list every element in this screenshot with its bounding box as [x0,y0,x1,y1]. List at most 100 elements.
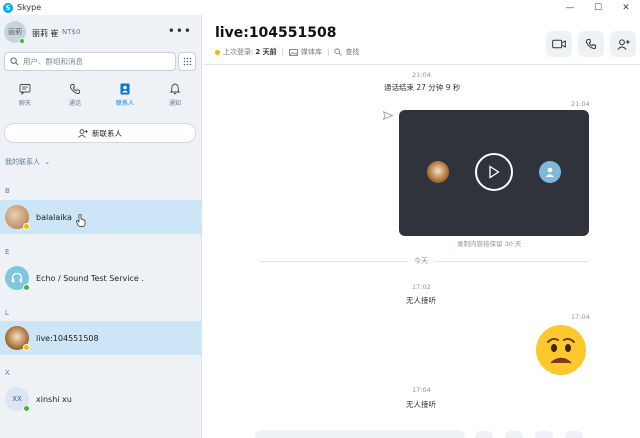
contact-name: Echo / Sound Test Service . [36,273,144,283]
gallery-icon [289,48,298,56]
dialpad-button[interactable] [178,52,196,71]
last-seen-prefix: 上次登录: [223,48,254,56]
call-ended-message: 通话结束 27 分钟 9 秒 [384,83,461,92]
separator: | [327,48,330,56]
message-timestamp: 17:04 [571,313,590,321]
chat-icon [19,84,31,95]
search-icon [10,57,19,66]
my-contacts-label: 我的联系人 [5,158,40,166]
composer-action-button[interactable] [535,431,553,438]
separator: | [281,48,285,56]
contact-row[interactable]: XX xinshi xu [0,382,202,416]
add-person-icon [616,38,630,50]
message-timestamp: 17:02 [412,283,431,291]
presence-online-icon [23,284,30,291]
group-letter: B [5,187,10,195]
group-letter: X [5,369,10,377]
add-participant-button[interactable] [610,31,636,57]
contact-row[interactable]: live:104551508 [0,321,202,355]
worried-emoji-icon[interactable] [536,325,586,375]
skype-logo-icon: S [3,2,13,13]
contact-avatar [5,326,30,351]
worried-face-icon [547,337,575,364]
tab-notifications-label: 通知 [168,100,181,107]
media-gallery-link[interactable]: 媒体库 [301,47,322,57]
more-options-icon[interactable]: ••• [168,24,192,38]
bell-icon [169,83,181,95]
chevron-down-icon: ⌄ [44,158,51,166]
contact-row[interactable]: balalaika [0,200,202,234]
skype-credit[interactable]: NT$0 [62,28,80,36]
contact-avatar [5,205,30,230]
header-actions [546,31,636,57]
phone-icon [585,39,596,50]
audio-call-button[interactable] [578,31,604,57]
composer-action-button[interactable] [565,431,583,438]
video-camera-icon [552,39,566,49]
last-seen-value: 2 天前 [255,48,277,56]
contacts-icon [120,83,130,95]
presence-away-icon [215,49,220,55]
sidebar: 丽莉 丽莉 崔 NT$0 ••• 用户、群组和消息 聊天 通话 联系人 通知 新… [0,15,202,438]
search-box[interactable]: 用户、群组和消息 [4,52,176,71]
tab-contacts[interactable]: 联系人 [100,81,150,115]
maximize-button[interactable]: ☐ [584,0,612,15]
search-input[interactable]: 用户、群组和消息 [23,56,83,67]
title-bar: S Skype — ☐ ✕ [0,0,640,15]
new-contact-button[interactable]: 新联系人 [4,123,196,143]
minimize-button[interactable]: — [556,0,584,15]
missed-call-message: 无人接听 [406,400,436,409]
composer-action-button[interactable] [505,431,523,438]
tab-calls[interactable]: 通话 [50,81,100,115]
tab-contacts-label: 联系人 [115,100,134,107]
message-timestamp: 21:04 [412,71,431,79]
presence-away-icon [23,223,30,230]
video-call-button[interactable] [546,31,572,57]
contact-avatar: XX [5,387,30,412]
contact-name: xinshi xu [36,394,72,404]
play-button[interactable] [475,153,513,191]
window-controls: — ☐ ✕ [556,0,640,15]
participant-avatar [427,161,449,183]
participant-avatar [539,161,561,183]
group-letter: E [5,248,10,256]
find-link[interactable]: 查找 [345,47,359,57]
play-icon [489,165,500,179]
contact-initials: XX [12,395,22,403]
tab-notifications[interactable]: 通知 [150,81,200,115]
phone-icon [70,84,80,94]
composer-action-button[interactable] [475,431,493,438]
contact-name: live:104551508 [36,333,99,343]
presence-online-icon [23,405,30,412]
recording-retention-note: 录制内容将保留 30 天 [457,240,522,248]
conversation-pane: live:104551508 上次登录: 2 天前 | 媒体库 | 查找 21:… [203,15,640,438]
app-title: Skype [17,3,42,12]
presence-online-icon [19,38,25,44]
profile-header: 丽莉 丽莉 崔 NT$0 ••• [0,15,202,51]
contact-row[interactable]: Echo / Sound Test Service . [0,261,202,295]
main-nav: 聊天 通话 联系人 通知 [0,81,202,115]
group-letter: L [5,309,9,317]
presence-away-icon [23,344,30,351]
cursor-hand-icon [76,213,86,227]
contact-avatar [5,266,30,291]
missed-call-message: 无人接听 [406,296,436,305]
search-icon [334,48,343,56]
headset-icon [11,272,23,283]
person-icon [546,167,554,177]
add-person-icon [78,128,88,138]
close-button[interactable]: ✕ [612,0,640,15]
message-input[interactable] [255,430,465,438]
tab-calls-label: 通话 [68,100,81,107]
date-divider-label: 今天 [408,256,434,266]
tab-chats-label: 聊天 [18,100,31,107]
call-recording-video[interactable] [399,110,589,236]
conversation-header: live:104551508 上次登录: 2 天前 | 媒体库 | 查找 [203,15,640,65]
dialpad-icon [183,57,191,66]
tab-chats[interactable]: 聊天 [0,81,50,115]
conversation-title[interactable]: live:104551508 [215,25,337,41]
my-contacts-dropdown[interactable]: 我的联系人 ⌄ [5,157,50,167]
profile-name[interactable]: 丽莉 崔 [32,28,59,39]
new-contact-label: 新联系人 [92,128,122,138]
contact-name: balalaika [36,212,72,222]
